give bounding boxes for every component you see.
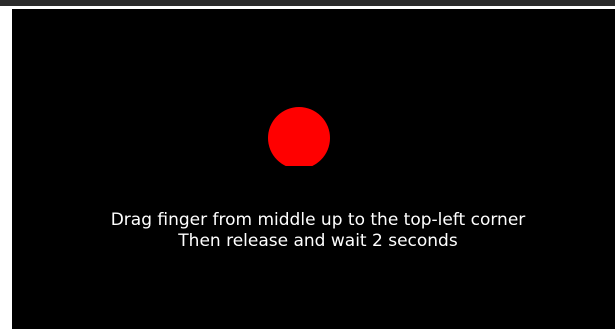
instruction-line-2: Then release and wait 2 seconds [178, 231, 458, 251]
instruction-line-1: Drag finger from middle up to the top-le… [110, 210, 526, 230]
red-dot-icon[interactable] [268, 107, 330, 166]
top-bar [0, 0, 615, 6]
instructions-text: Drag finger from middle up to the top-le… [12, 210, 615, 252]
window-frame: Drag finger from middle up to the top-le… [0, 0, 615, 329]
touch-screen-area[interactable]: Drag finger from middle up to the top-le… [12, 9, 615, 329]
